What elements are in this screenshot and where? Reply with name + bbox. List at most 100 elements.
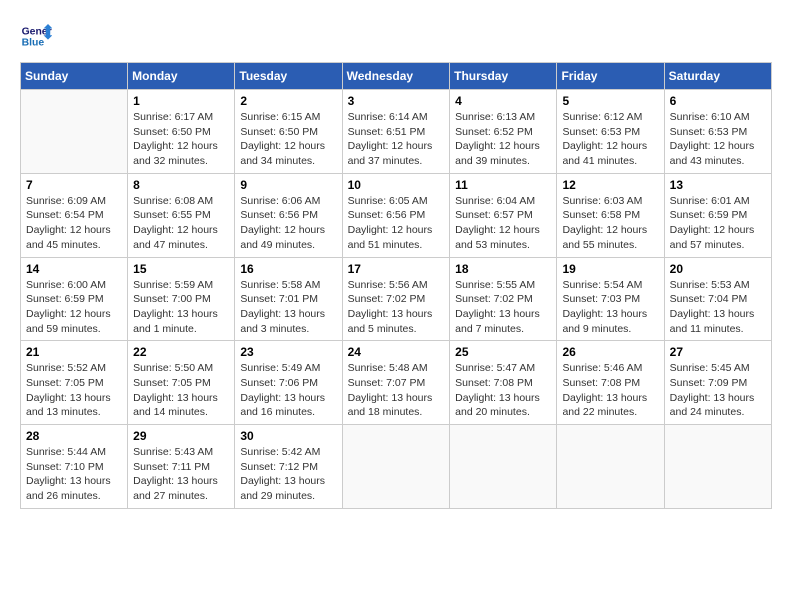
day-info: Sunrise: 6:09 AM Sunset: 6:54 PM Dayligh…	[26, 194, 122, 253]
day-number: 30	[240, 429, 336, 443]
calendar-cell: 14 Sunrise: 6:00 AM Sunset: 6:59 PM Dayli…	[21, 257, 128, 341]
calendar-cell: 18 Sunrise: 5:55 AM Sunset: 7:02 PM Dayli…	[450, 257, 557, 341]
calendar-cell: 10 Sunrise: 6:05 AM Sunset: 6:56 PM Dayli…	[342, 173, 450, 257]
day-info: Sunrise: 6:17 AM Sunset: 6:50 PM Dayligh…	[133, 110, 229, 169]
calendar-cell: 3Sunrise: 6:14 AM Sunset: 6:51 PM Daylig…	[342, 90, 450, 174]
day-number: 5	[562, 94, 658, 108]
calendar-cell: 30 Sunrise: 5:42 AM Sunset: 7:12 PM Dayli…	[235, 425, 342, 509]
day-number: 2	[240, 94, 336, 108]
day-number: 19	[562, 262, 658, 276]
day-info: Sunrise: 6:00 AM Sunset: 6:59 PM Dayligh…	[26, 278, 122, 337]
calendar-cell: 26Sunrise: 5:46 AM Sunset: 7:08 PM Dayli…	[557, 341, 664, 425]
day-info: Sunrise: 5:44 AM Sunset: 7:10 PM Dayligh…	[26, 445, 122, 504]
day-header: Sunday	[21, 63, 128, 90]
day-info: Sunrise: 5:45 AM Sunset: 7:09 PM Dayligh…	[670, 361, 766, 420]
day-info: Sunrise: 5:56 AM Sunset: 7:02 PM Dayligh…	[348, 278, 445, 337]
day-info: Sunrise: 6:04 AM Sunset: 6:57 PM Dayligh…	[455, 194, 551, 253]
calendar-header: SundayMondayTuesdayWednesdayThursdayFrid…	[21, 63, 772, 90]
day-number: 29	[133, 429, 229, 443]
day-info: Sunrise: 5:49 AM Sunset: 7:06 PM Dayligh…	[240, 361, 336, 420]
day-number: 16	[240, 262, 336, 276]
day-info: Sunrise: 5:59 AM Sunset: 7:00 PM Dayligh…	[133, 278, 229, 337]
day-info: Sunrise: 5:43 AM Sunset: 7:11 PM Dayligh…	[133, 445, 229, 504]
day-header: Monday	[128, 63, 235, 90]
day-number: 3	[348, 94, 445, 108]
calendar-cell: 19 Sunrise: 5:54 AM Sunset: 7:03 PM Dayli…	[557, 257, 664, 341]
day-info: Sunrise: 5:58 AM Sunset: 7:01 PM Dayligh…	[240, 278, 336, 337]
calendar-cell: 16 Sunrise: 5:58 AM Sunset: 7:01 PM Dayli…	[235, 257, 342, 341]
day-number: 8	[133, 178, 229, 192]
svg-text:Blue: Blue	[22, 38, 45, 49]
day-number: 28	[26, 429, 122, 443]
calendar-week-row: 14 Sunrise: 6:00 AM Sunset: 6:59 PM Dayli…	[21, 257, 772, 341]
calendar-cell: 12 Sunrise: 6:03 AM Sunset: 6:58 PM Dayli…	[557, 173, 664, 257]
day-info: Sunrise: 5:50 AM Sunset: 7:05 PM Dayligh…	[133, 361, 229, 420]
day-number: 7	[26, 178, 122, 192]
day-number: 11	[455, 178, 551, 192]
day-number: 22	[133, 345, 229, 359]
calendar-cell: 20 Sunrise: 5:53 AM Sunset: 7:04 PM Dayli…	[664, 257, 771, 341]
day-number: 21	[26, 345, 122, 359]
day-number: 13	[670, 178, 766, 192]
day-header: Wednesday	[342, 63, 450, 90]
day-number: 14	[26, 262, 122, 276]
calendar-cell: 13 Sunrise: 6:01 AM Sunset: 6:59 PM Dayli…	[664, 173, 771, 257]
day-info: Sunrise: 5:54 AM Sunset: 7:03 PM Dayligh…	[562, 278, 658, 337]
day-info: Sunrise: 5:53 AM Sunset: 7:04 PM Dayligh…	[670, 278, 766, 337]
day-number: 10	[348, 178, 445, 192]
day-header: Thursday	[450, 63, 557, 90]
calendar-cell: 25 Sunrise: 5:47 AM Sunset: 7:08 PM Dayli…	[450, 341, 557, 425]
day-info: Sunrise: 5:52 AM Sunset: 7:05 PM Dayligh…	[26, 361, 122, 420]
day-info: Sunrise: 5:48 AM Sunset: 7:07 PM Dayligh…	[348, 361, 445, 420]
day-number: 12	[562, 178, 658, 192]
calendar-cell: 7 Sunrise: 6:09 AM Sunset: 6:54 PM Daylig…	[21, 173, 128, 257]
calendar-cell: 1Sunrise: 6:17 AM Sunset: 6:50 PM Daylig…	[128, 90, 235, 174]
calendar-cell: 4Sunrise: 6:13 AM Sunset: 6:52 PM Daylig…	[450, 90, 557, 174]
calendar-body: 1Sunrise: 6:17 AM Sunset: 6:50 PM Daylig…	[21, 90, 772, 509]
day-info: Sunrise: 6:03 AM Sunset: 6:58 PM Dayligh…	[562, 194, 658, 253]
page-header: General Blue	[20, 20, 772, 52]
calendar-cell: 22 Sunrise: 5:50 AM Sunset: 7:05 PM Dayli…	[128, 341, 235, 425]
day-number: 17	[348, 262, 445, 276]
day-info: Sunrise: 5:55 AM Sunset: 7:02 PM Dayligh…	[455, 278, 551, 337]
calendar-cell: 29 Sunrise: 5:43 AM Sunset: 7:11 PM Dayli…	[128, 425, 235, 509]
day-number: 18	[455, 262, 551, 276]
calendar-table: SundayMondayTuesdayWednesdayThursdayFrid…	[20, 62, 772, 509]
calendar-cell: 8 Sunrise: 6:08 AM Sunset: 6:55 PM Daylig…	[128, 173, 235, 257]
day-info: Sunrise: 6:06 AM Sunset: 6:56 PM Dayligh…	[240, 194, 336, 253]
calendar-cell: 28 Sunrise: 5:44 AM Sunset: 7:10 PM Dayli…	[21, 425, 128, 509]
day-number: 6	[670, 94, 766, 108]
day-info: Sunrise: 6:08 AM Sunset: 6:55 PM Dayligh…	[133, 194, 229, 253]
day-number: 4	[455, 94, 551, 108]
calendar-cell	[664, 425, 771, 509]
calendar-cell: 21 Sunrise: 5:52 AM Sunset: 7:05 PM Dayli…	[21, 341, 128, 425]
calendar-cell: 15 Sunrise: 5:59 AM Sunset: 7:00 PM Dayli…	[128, 257, 235, 341]
day-number: 24	[348, 345, 445, 359]
calendar-cell	[21, 90, 128, 174]
logo: General Blue	[20, 20, 56, 52]
day-number: 25	[455, 345, 551, 359]
day-info: Sunrise: 6:15 AM Sunset: 6:50 PM Dayligh…	[240, 110, 336, 169]
day-info: Sunrise: 6:10 AM Sunset: 6:53 PM Dayligh…	[670, 110, 766, 169]
day-info: Sunrise: 5:46 AM Sunset: 7:08 PM Dayligh…	[562, 361, 658, 420]
calendar-week-row: 21 Sunrise: 5:52 AM Sunset: 7:05 PM Dayli…	[21, 341, 772, 425]
day-info: Sunrise: 6:01 AM Sunset: 6:59 PM Dayligh…	[670, 194, 766, 253]
calendar-cell: 5Sunrise: 6:12 AM Sunset: 6:53 PM Daylig…	[557, 90, 664, 174]
day-info: Sunrise: 5:47 AM Sunset: 7:08 PM Dayligh…	[455, 361, 551, 420]
calendar-cell: 9 Sunrise: 6:06 AM Sunset: 6:56 PM Daylig…	[235, 173, 342, 257]
calendar-header-row: SundayMondayTuesdayWednesdayThursdayFrid…	[21, 63, 772, 90]
calendar-week-row: 1Sunrise: 6:17 AM Sunset: 6:50 PM Daylig…	[21, 90, 772, 174]
day-number: 23	[240, 345, 336, 359]
calendar-week-row: 28 Sunrise: 5:44 AM Sunset: 7:10 PM Dayli…	[21, 425, 772, 509]
day-number: 9	[240, 178, 336, 192]
calendar-cell	[342, 425, 450, 509]
day-info: Sunrise: 5:42 AM Sunset: 7:12 PM Dayligh…	[240, 445, 336, 504]
day-number: 20	[670, 262, 766, 276]
day-info: Sunrise: 6:05 AM Sunset: 6:56 PM Dayligh…	[348, 194, 445, 253]
day-number: 15	[133, 262, 229, 276]
day-header: Tuesday	[235, 63, 342, 90]
calendar-cell: 17 Sunrise: 5:56 AM Sunset: 7:02 PM Dayli…	[342, 257, 450, 341]
calendar-cell: 11 Sunrise: 6:04 AM Sunset: 6:57 PM Dayli…	[450, 173, 557, 257]
day-header: Saturday	[664, 63, 771, 90]
day-number: 27	[670, 345, 766, 359]
